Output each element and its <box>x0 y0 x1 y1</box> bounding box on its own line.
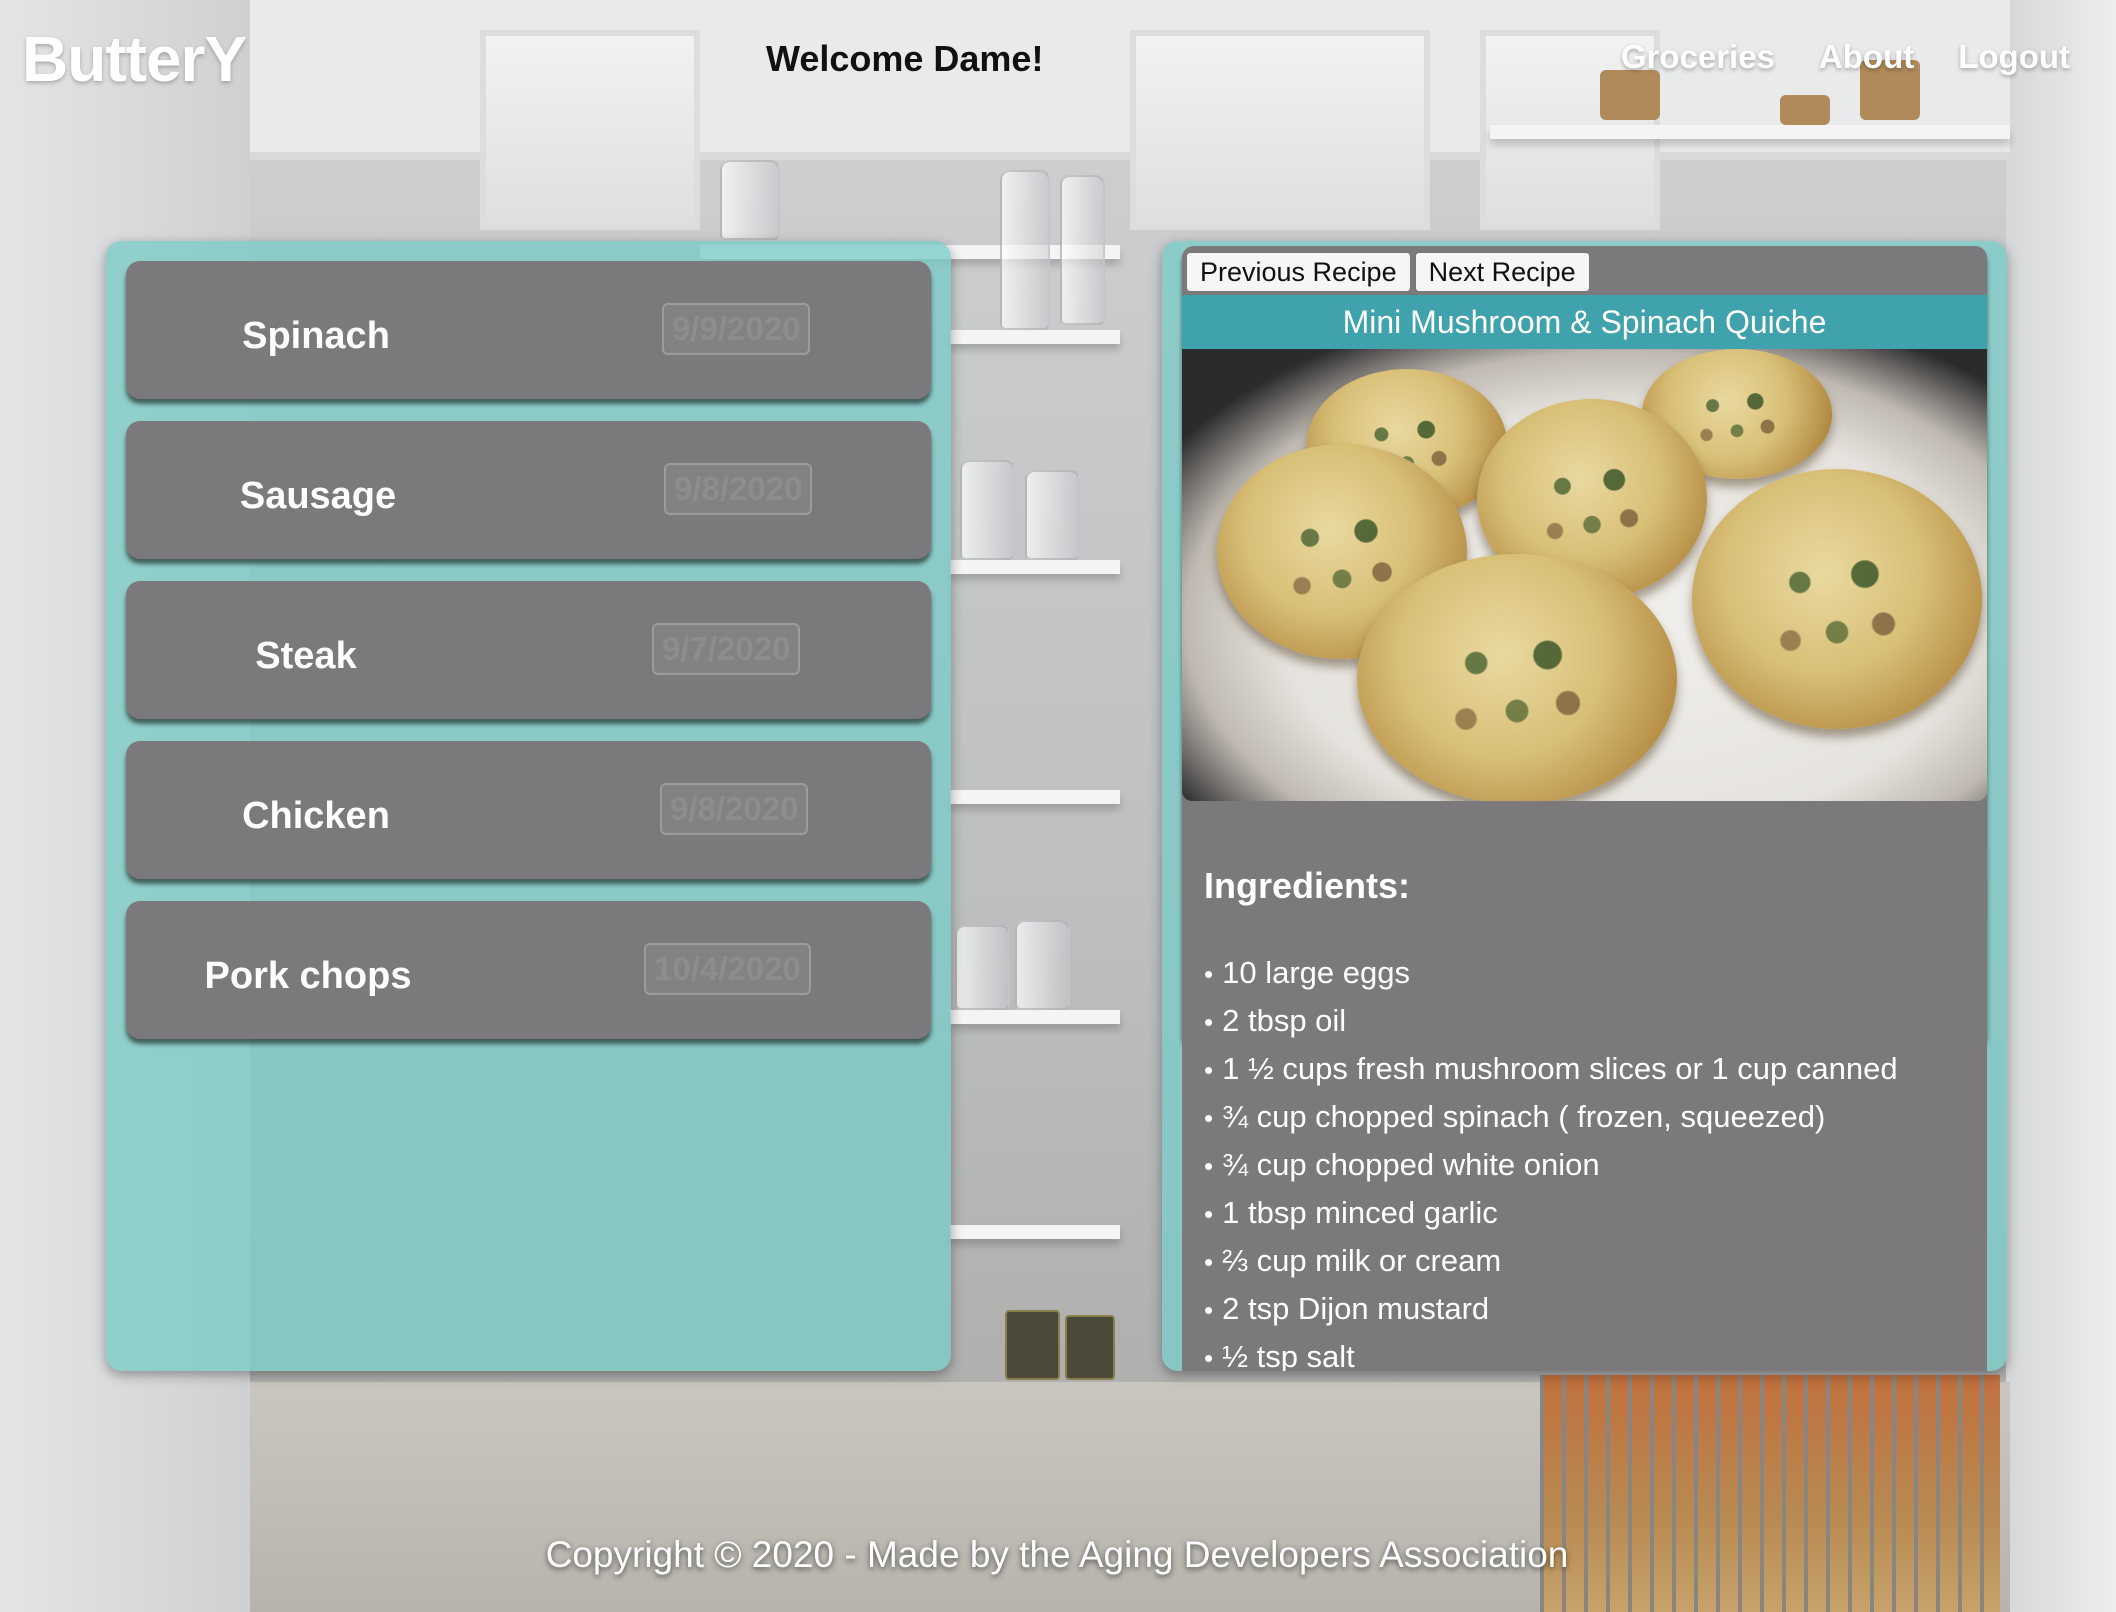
grocery-date-badge: 10/4/2020 <box>644 943 811 995</box>
page-footer: Copyright © 2020 - Made by the Aging Dev… <box>0 1534 2116 1576</box>
ingredient-item: ⅔ cup milk or cream <box>1204 1237 1898 1285</box>
nav-groceries-link[interactable]: Groceries <box>1621 38 1775 76</box>
grocery-date-badge: 9/8/2020 <box>660 783 809 835</box>
grocery-item[interactable]: Spinach 9/9/2020 <box>126 261 931 399</box>
grocery-name: Spinach <box>242 315 390 357</box>
grocery-item[interactable]: Steak 9/7/2020 <box>126 581 931 719</box>
welcome-message: Welcome Dame! <box>766 38 1044 79</box>
ingredients-heading: Ingredients: <box>1204 865 1411 906</box>
ingredient-item: 1 tbsp minced garlic <box>1204 1189 1898 1237</box>
grocery-name: Sausage <box>239 475 397 517</box>
grocery-date-badge: 9/7/2020 <box>652 623 801 675</box>
grocery-item[interactable]: Pork chops 10/4/2020 <box>126 901 931 1039</box>
ingredient-item: 1 ½ cups fresh mushroom slices or 1 cup … <box>1204 1045 1897 1093</box>
ingredient-item: 10 large eggs <box>1204 949 1898 997</box>
main-nav: Groceries About Logout <box>1621 38 2070 76</box>
ingredient-item: ¾ cup chopped white onion <box>1204 1141 1898 1189</box>
grocery-name: Steak <box>255 635 357 677</box>
ingredient-item: 2 tsp Dijon mustard <box>1204 1285 1898 1333</box>
grocery-name: Pork chops <box>204 955 412 997</box>
previous-recipe-button[interactable]: Previous Recipe <box>1186 252 1411 292</box>
grocery-item[interactable]: Sausage 9/8/2020 <box>126 421 931 559</box>
nav-logout-link[interactable]: Logout <box>1958 38 2070 76</box>
grocery-list-panel: Spinach 9/9/2020 Sausage 9/8/2020 Steak … <box>106 241 951 1371</box>
recipe-panel: Previous Recipe Next Recipe Mini Mushroo… <box>1162 241 2007 1371</box>
ingredients-list: 10 large eggs 2 tbsp oil 1 ½ cups fresh … <box>1204 949 1898 1371</box>
nav-about-link[interactable]: About <box>1819 38 1914 76</box>
grocery-date-badge: 9/9/2020 <box>662 303 811 355</box>
app-logo[interactable]: ButterY <box>22 22 247 96</box>
grocery-item[interactable]: Chicken 9/8/2020 <box>126 741 931 879</box>
ingredient-item: 2 tbsp oil <box>1204 997 1898 1045</box>
recipe-nav-buttons: Previous Recipe Next Recipe <box>1186 252 1590 292</box>
recipe-photo <box>1182 349 1987 801</box>
top-nav-bar: ButterY Welcome Dame! Groceries About Lo… <box>0 0 2116 118</box>
grocery-date-badge: 9/8/2020 <box>664 463 813 515</box>
grocery-name: Chicken <box>242 795 390 837</box>
copyright-text: Copyright © 2020 - Made by the Aging Dev… <box>545 1534 1569 1575</box>
ingredient-item: ½ tsp salt <box>1204 1333 1898 1371</box>
ingredient-item: ¾ cup chopped spinach ( frozen, squeezed… <box>1204 1093 1898 1141</box>
next-recipe-button[interactable]: Next Recipe <box>1414 252 1590 292</box>
ingredients-card[interactable]: Ingredients: 10 large eggs 2 tbsp oil 1 … <box>1182 825 1987 1371</box>
recipe-title: Mini Mushroom & Spinach Quiche <box>1182 295 1987 349</box>
